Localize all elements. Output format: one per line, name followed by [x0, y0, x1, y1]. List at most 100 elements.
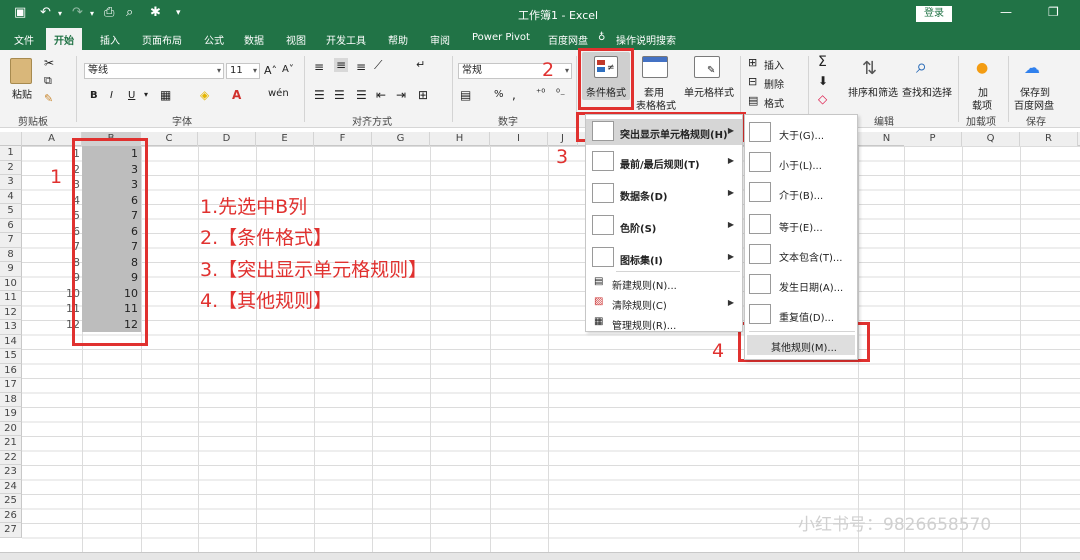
- row-header[interactable]: 5: [0, 204, 22, 219]
- format-painter-icon[interactable]: ✎: [44, 92, 53, 105]
- menu-item-manage-rules[interactable]: ▦ 管理规则(R)...: [586, 315, 742, 333]
- tab-review[interactable]: 审阅: [430, 32, 450, 47]
- orientation-icon[interactable]: ⟋: [374, 58, 382, 73]
- format-cells-icon[interactable]: ▤: [748, 94, 758, 107]
- decrease-indent-icon[interactable]: ⇤: [376, 88, 386, 102]
- row-header[interactable]: 12: [0, 305, 22, 320]
- cell-grid[interactable]: [22, 146, 1080, 552]
- align-top-icon[interactable]: ≡: [314, 60, 324, 74]
- format-cells-label[interactable]: 格式: [764, 95, 784, 110]
- row-header[interactable]: 20: [0, 421, 22, 436]
- menu-item-new-rule[interactable]: ▤ 新建规则(N)...: [586, 275, 742, 293]
- tab-insert[interactable]: 插入: [100, 32, 120, 47]
- cell-style-label[interactable]: 单元格样式: [684, 84, 734, 99]
- row-header[interactable]: 2: [0, 160, 22, 175]
- restore-icon[interactable]: ❐: [1048, 5, 1059, 19]
- row-header[interactable]: 17: [0, 378, 22, 393]
- tab-formulas[interactable]: 公式: [204, 32, 224, 47]
- increase-indent-icon[interactable]: ⇥: [396, 88, 406, 102]
- cell-style-icon[interactable]: ✎: [694, 56, 720, 78]
- sort-filter-label[interactable]: 排序和筛选: [848, 84, 898, 99]
- autosum-icon[interactable]: Σ: [818, 54, 827, 70]
- fill-icon[interactable]: ⬇: [818, 74, 828, 88]
- submenu-item-greater-than[interactable]: 大于(G)...: [745, 119, 857, 147]
- redo-icon[interactable]: ↷: [72, 5, 83, 20]
- col-header-f[interactable]: F: [314, 132, 372, 146]
- addin-icon[interactable]: ●: [976, 60, 988, 76]
- row-header[interactable]: 6: [0, 218, 22, 233]
- row-header[interactable]: 26: [0, 508, 22, 523]
- submenu-item-equal-to[interactable]: 等于(E)...: [745, 211, 857, 239]
- undo-icon[interactable]: ↶: [40, 5, 51, 20]
- accounting-format-icon[interactable]: ▤: [460, 88, 471, 102]
- submenu-item-more-rules[interactable]: 其他规则(M)...: [747, 335, 855, 355]
- save-icon[interactable]: ▣: [14, 5, 26, 20]
- paste-icon[interactable]: [10, 58, 32, 84]
- col-header-i[interactable]: I: [490, 132, 548, 146]
- print-preview-icon[interactable]: ⎙: [104, 5, 114, 20]
- find-select-icon[interactable]: ⌕: [916, 54, 927, 78]
- tab-home[interactable]: 开始: [46, 28, 82, 50]
- row-header[interactable]: 4: [0, 189, 22, 204]
- wrap-text-icon[interactable]: ↵: [416, 58, 425, 71]
- col-header-j[interactable]: J: [548, 132, 578, 146]
- col-header-q[interactable]: Q: [962, 132, 1020, 146]
- tab-page-layout[interactable]: 页面布局: [142, 32, 182, 47]
- col-header-r[interactable]: R: [1020, 132, 1078, 146]
- customize-toolbar-icon[interactable]: ▾: [176, 8, 181, 18]
- align-right-icon[interactable]: ☰: [356, 88, 367, 102]
- align-left-icon[interactable]: ☰: [314, 88, 325, 102]
- row-header[interactable]: 7: [0, 233, 22, 248]
- row-header[interactable]: 13: [0, 320, 22, 335]
- row-header[interactable]: 15: [0, 349, 22, 364]
- col-header-e[interactable]: E: [256, 132, 314, 146]
- number-format-combo[interactable]: 常规 ▾: [458, 63, 572, 79]
- quick-print-icon[interactable]: ⌕: [126, 5, 133, 20]
- addin-label-2[interactable]: 载项: [972, 97, 992, 112]
- tab-power-pivot[interactable]: Power Pivot: [472, 32, 530, 43]
- percent-button[interactable]: %: [494, 89, 504, 100]
- comma-style-icon[interactable]: ,: [512, 88, 516, 102]
- submenu-item-less-than[interactable]: 小于(L)...: [745, 149, 857, 177]
- find-select-label[interactable]: 查找和选择: [902, 84, 952, 99]
- row-header[interactable]: 9: [0, 262, 22, 277]
- menu-item-top-bottom-rules[interactable]: 最前/最后规则(T) ▶: [586, 149, 742, 175]
- tab-file[interactable]: 文件: [14, 32, 34, 47]
- baidu-cloud-icon[interactable]: ☁: [1024, 58, 1040, 77]
- row-header[interactable]: 22: [0, 450, 22, 465]
- tab-view[interactable]: 视图: [286, 32, 306, 47]
- row-header[interactable]: 16: [0, 363, 22, 378]
- font-size-combo[interactable]: 11 ▾: [226, 63, 260, 79]
- select-all-corner[interactable]: [0, 132, 22, 146]
- table-format-icon[interactable]: [642, 56, 668, 78]
- grow-font-icon[interactable]: A˄: [264, 64, 277, 77]
- fill-color-icon[interactable]: ◈: [200, 88, 209, 102]
- wen-icon[interactable]: wén: [268, 88, 289, 99]
- sort-filter-icon[interactable]: ⇅: [862, 58, 877, 79]
- row-header[interactable]: 1: [0, 146, 22, 161]
- minimize-icon[interactable]: —: [1000, 5, 1012, 19]
- align-center-icon[interactable]: ☰: [334, 88, 345, 102]
- redo-dropdown-icon[interactable]: ▾: [90, 9, 94, 18]
- decrease-decimal-icon[interactable]: ⁰₋: [556, 88, 565, 99]
- menu-item-highlight-rules[interactable]: 突出显示单元格规则(H) ▶: [586, 119, 742, 145]
- menu-item-color-scales[interactable]: 色阶(S) ▶: [586, 213, 742, 239]
- row-header[interactable]: 19: [0, 407, 22, 422]
- save-baidu-label-2[interactable]: 百度网盘: [1014, 97, 1054, 112]
- row-header[interactable]: 23: [0, 465, 22, 480]
- copy-icon[interactable]: ⧉: [44, 74, 52, 88]
- border-icon[interactable]: ▦: [160, 88, 171, 102]
- table-format-label-2[interactable]: 表格格式: [636, 97, 676, 112]
- italic-button[interactable]: I: [110, 90, 113, 101]
- tab-help[interactable]: 帮助: [388, 32, 408, 47]
- clear-icon[interactable]: ◇: [818, 92, 827, 106]
- font-color-icon[interactable]: A: [232, 88, 241, 102]
- underline-dropdown-icon[interactable]: ▾: [144, 90, 148, 99]
- row-header[interactable]: 10: [0, 276, 22, 291]
- login-button[interactable]: 登录: [916, 6, 952, 22]
- row-header[interactable]: 27: [0, 523, 22, 538]
- row-header[interactable]: 21: [0, 436, 22, 451]
- col-header-p[interactable]: P: [904, 132, 962, 146]
- tab-baidu[interactable]: 百度网盘: [548, 32, 588, 47]
- row-header[interactable]: 18: [0, 392, 22, 407]
